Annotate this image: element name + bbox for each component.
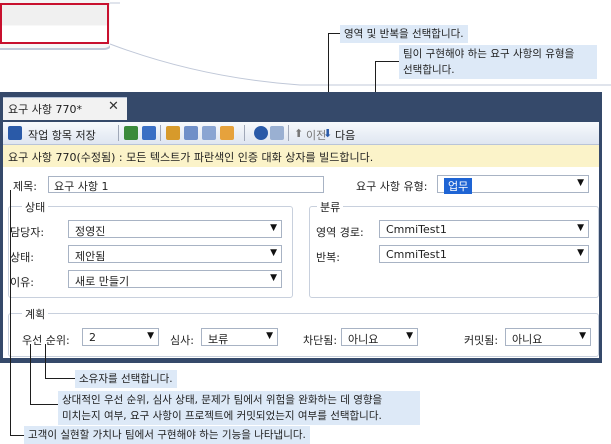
area-path-select[interactable]: CmmiTest1 ▼ <box>379 220 589 238</box>
callout-area-iteration: 영역 및 반복을 선택합니다. <box>340 25 468 43</box>
chevron-down-icon: ▼ <box>270 273 277 283</box>
toolbar-separator <box>118 125 119 141</box>
copy-icon[interactable] <box>184 126 198 140</box>
chevron-down-icon: ▼ <box>577 248 584 258</box>
callout-factors-line <box>30 404 58 405</box>
triage-label: 심사: <box>170 334 194 347</box>
save-button[interactable]: 작업 항목 저장 <box>28 127 96 143</box>
reason-select[interactable]: 새로 만들기 ▼ <box>68 270 282 288</box>
send-mail-icon[interactable] <box>202 126 216 140</box>
chevron-down-icon: ▼ <box>147 331 154 341</box>
next-arrow-icon[interactable]: ⬇ <box>323 127 332 140</box>
assigned-to-select[interactable]: 정영진 ▼ <box>68 220 282 238</box>
iteration-value: CmmiTest1 <box>386 248 447 261</box>
toolbar-separator <box>160 125 161 141</box>
menu-icon[interactable] <box>270 126 284 140</box>
state-select[interactable]: 제안됨 ▼ <box>68 245 282 263</box>
state-label: 상태: <box>10 251 34 264</box>
close-icon[interactable]: ✕ <box>108 99 119 114</box>
chevron-down-icon: ▼ <box>577 178 584 188</box>
priority-value: 2 <box>89 331 96 344</box>
previous-arrow-icon[interactable]: ⬆ <box>294 127 303 140</box>
callout-owner-line <box>45 378 75 379</box>
callout-requirement-type-line <box>375 61 399 62</box>
classification-group-title: 분류 <box>317 199 344 215</box>
callout-title-line <box>10 435 24 436</box>
committed-select[interactable]: 아니요 ▼ <box>505 328 591 346</box>
chevron-down-icon: ▼ <box>579 331 586 341</box>
callout-title: 고객이 실현할 가치나 팀에서 구현해야 하는 기능을 나타냅니다. <box>24 426 310 444</box>
callout-factors-line-v <box>30 344 31 404</box>
new-linked-item-icon[interactable] <box>166 126 180 140</box>
callout-area-iteration-line <box>328 33 340 34</box>
undo-icon[interactable] <box>142 126 156 140</box>
chevron-down-icon: ▼ <box>577 223 584 233</box>
requirement-type-select[interactable]: 업무 ▼ <box>437 175 589 194</box>
priority-select[interactable]: 2 ▼ <box>82 328 159 346</box>
iteration-label: 반복: <box>316 251 340 264</box>
info-bar: 요구 사항 770(수정됨) : 모든 텍스트가 파란색인 인증 대화 상자를 … <box>3 145 599 168</box>
committed-value: 아니요 <box>512 333 543 346</box>
reason-label: 이유: <box>10 276 34 289</box>
planning-group-title: 계획 <box>22 306 49 322</box>
toolbar-separator <box>288 125 289 141</box>
requirement-type-label: 요구 사항 유형: <box>356 180 428 193</box>
triage-value: 보류 <box>208 333 229 346</box>
area-path-value: CmmiTest1 <box>386 223 447 236</box>
blocked-label: 차단됨: <box>303 334 338 347</box>
state-value: 제안됨 <box>75 250 106 263</box>
next-button[interactable]: 다음 <box>335 127 355 143</box>
chevron-down-icon: ▼ <box>266 331 273 341</box>
refresh-icon[interactable] <box>124 126 138 140</box>
callout-title-line-v <box>10 190 11 435</box>
open-in-excel-icon[interactable] <box>220 126 234 140</box>
tab-label: 요구 사항 770* <box>8 103 82 116</box>
assigned-to-value: 정영진 <box>75 225 106 238</box>
callout-factors: 상대적인 우선 순위, 심사 상태, 문제가 팀에서 위험을 완화하는 데 영향… <box>58 391 420 425</box>
blocked-select[interactable]: 아니요 ▼ <box>341 328 418 346</box>
reason-value: 새로 만들기 <box>75 275 130 288</box>
area-path-label: 영역 경로: <box>316 226 364 239</box>
callout-owner: 소유자를 선택합니다. <box>75 370 177 388</box>
help-icon[interactable] <box>254 126 268 140</box>
toolbar-separator <box>244 125 245 141</box>
title-label: 제목: <box>13 180 37 193</box>
callout-requirement-type: 팀이 구현해야 하는 요구 사항의 유형을 선택합니다. <box>399 45 597 79</box>
blocked-value: 아니요 <box>348 333 379 346</box>
title-field[interactable]: 요구 사항 1 <box>48 176 324 193</box>
status-group-title: 상태 <box>22 199 49 215</box>
chevron-down-icon: ▼ <box>270 248 277 258</box>
requirement-type-value: 업무 <box>444 178 473 194</box>
info-bar-text: 요구 사항 770(수정됨) : 모든 텍스트가 파란색인 인증 대화 상자를 … <box>8 151 374 164</box>
chevron-down-icon: ▼ <box>270 223 277 233</box>
committed-label: 커밋됨: <box>464 334 499 347</box>
assigned-to-label: 담당자: <box>10 226 45 239</box>
triage-select[interactable]: 보류 ▼ <box>201 328 278 346</box>
save-icon[interactable] <box>8 126 22 140</box>
callout-owner-line-v <box>45 344 46 378</box>
chevron-down-icon: ▼ <box>406 331 413 341</box>
iteration-select[interactable]: CmmiTest1 ▼ <box>379 245 589 263</box>
